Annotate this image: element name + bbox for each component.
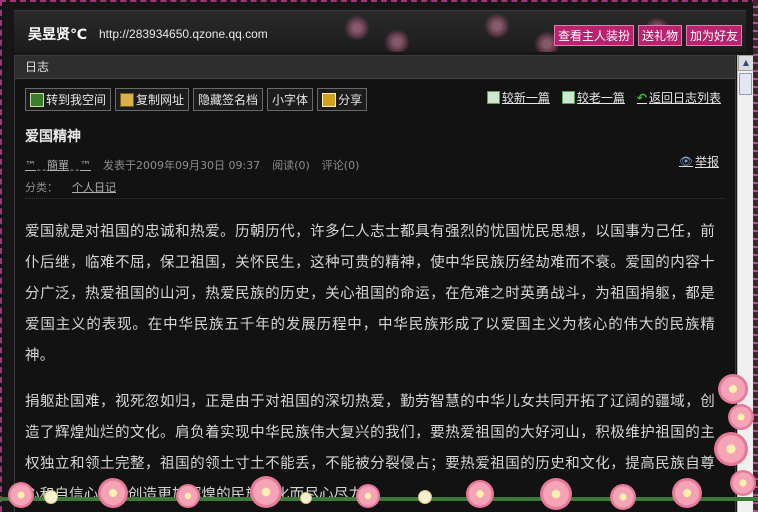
post-title: 爱国精神 [25, 129, 81, 145]
report-label: 举报 [694, 155, 719, 169]
small-font-label: 小字体 [272, 93, 309, 107]
scroll-up-arrow-icon[interactable]: ▲ [738, 55, 754, 71]
panel-title: 日志 [15, 56, 735, 79]
send-gift-button[interactable]: 送礼物 [637, 25, 682, 46]
share-label: 分享 [338, 93, 363, 107]
post-meta: ™ˍˍ簡單ˍˍ™ 发表于2009年09月30日 09:37 阅读(0) 评论(0… [25, 157, 359, 173]
post-toolbar: 转到我空间 复制网址 隐藏签名档 小字体 分享 [25, 88, 368, 111]
newer-post-label: 较新一篇 [501, 91, 550, 105]
post-paragraph: 爱国就是对祖国的忠诚和热爱。历朝历代，许多仁人志士都具有强烈的忧国忧民思想，以国… [25, 224, 715, 364]
post-paragraph: 捐躯赴国难，视死忽如归，正是由于对祖国的深切热爱，勤劳智慧的中华儿女共同开拓了辽… [25, 394, 715, 503]
copy-icon [120, 92, 135, 107]
older-post-icon [561, 91, 575, 104]
flower-decoration [344, 15, 370, 41]
copy-url-button[interactable]: 复制网址 [115, 88, 190, 111]
publish-date: 发表于2009年09月30日 09:37 [103, 159, 261, 172]
add-friend-button[interactable]: 加为好友 [685, 25, 742, 46]
read-count: 阅读(0) [272, 159, 310, 172]
post-category: 分类： 个人日记 [25, 179, 116, 195]
view-decoration-button[interactable]: 查看主人装扮 [553, 25, 634, 46]
back-to-list-link[interactable]: ↶ 返回日志列表 [637, 89, 721, 106]
go-my-space-label: 转到我空间 [46, 93, 107, 107]
newer-post-icon [486, 91, 500, 104]
flower-decoration [484, 13, 510, 39]
flower-decoration [384, 29, 410, 52]
report-link[interactable]: 👁 举报 [679, 153, 719, 170]
space-url[interactable]: http://283934650.qzone.qq.com [99, 27, 268, 41]
blog-panel: 日志 转到我空间 复制网址 隐藏签名档 小字体 分享 较新一篇 较老一篇 ↶ 返… [14, 55, 736, 512]
header-actions: 查看主人装扮 送礼物 加为好友 [553, 25, 742, 46]
older-post-label: 较老一篇 [576, 91, 625, 105]
author-link[interactable]: ™ˍˍ簡單ˍˍ™ [25, 157, 91, 173]
small-font-button[interactable]: 小字体 [267, 88, 314, 111]
owner-name[interactable]: 吴昱贤℃ [28, 24, 87, 44]
comment-count[interactable]: 评论(0) [322, 157, 360, 173]
share-icon [322, 92, 337, 107]
back-to-list-label: 返回日志列表 [648, 91, 721, 105]
share-button[interactable]: 分享 [317, 88, 368, 111]
hide-signature-button[interactable]: 隐藏签名档 [193, 88, 264, 111]
scroll-thumb[interactable] [739, 73, 752, 95]
vertical-scrollbar[interactable]: ▲ [737, 55, 754, 512]
copy-url-label: 复制网址 [136, 93, 185, 107]
meta-divider [25, 198, 725, 199]
decorative-border-strip [753, 0, 758, 512]
qzone-header: 吴昱贤℃ http://283934650.qzone.qq.com 查看主人装… [14, 10, 746, 52]
post-content: 爱国就是对祖国的忠诚和热爱。历朝历代，许多仁人志士都具有强烈的忧国忧民思想，以国… [25, 217, 715, 512]
category-label: 分类： [25, 181, 58, 194]
newer-post-link[interactable]: 较新一篇 [486, 89, 550, 106]
home-icon [30, 92, 44, 107]
report-eye-icon: 👁 [679, 155, 693, 168]
back-arrow-icon: ↶ [636, 90, 647, 105]
post-navigation: 较新一篇 较老一篇 ↶ 返回日志列表 [486, 89, 721, 106]
hide-signature-label: 隐藏签名档 [198, 93, 259, 107]
older-post-link[interactable]: 较老一篇 [561, 89, 625, 106]
go-my-space-button[interactable]: 转到我空间 [25, 88, 112, 111]
category-link[interactable]: 个人日记 [72, 179, 116, 195]
